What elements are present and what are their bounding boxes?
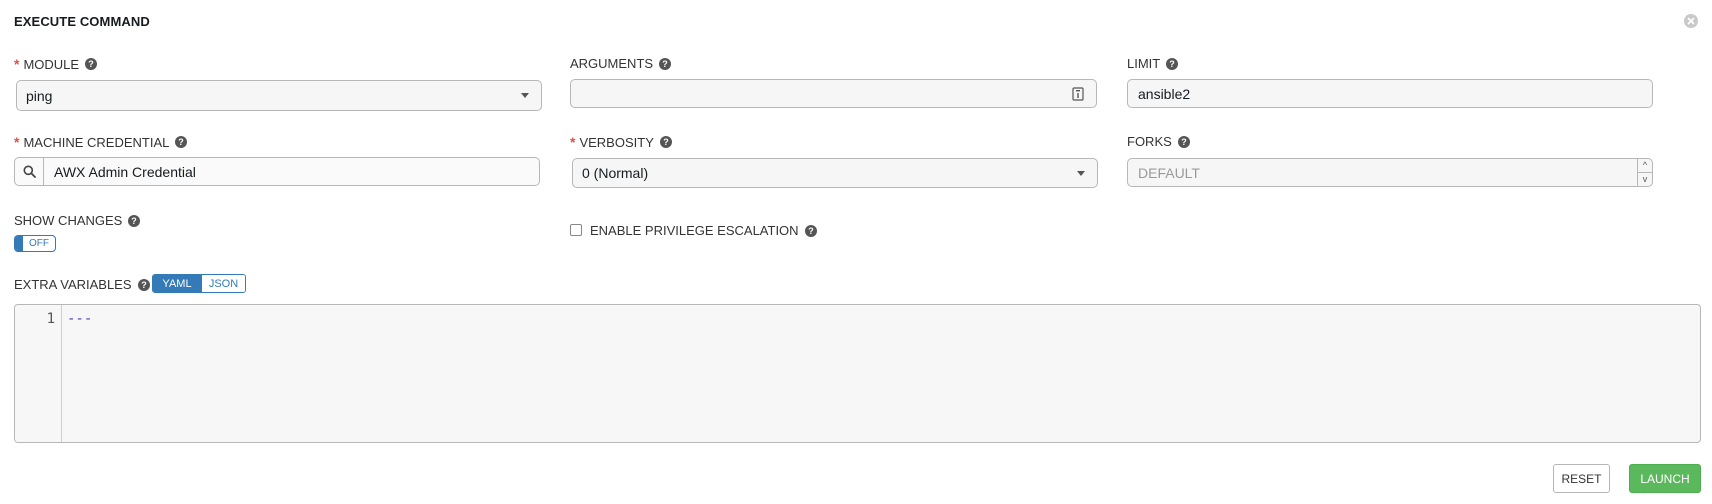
help-icon[interactable]: ? bbox=[137, 278, 150, 291]
forks-label: FORKS ? bbox=[1127, 134, 1190, 149]
increment-icon[interactable]: ^ bbox=[1638, 159, 1652, 173]
limit-value: ansible2 bbox=[1138, 85, 1191, 102]
toggle-state: OFF bbox=[29, 238, 49, 249]
module-value: ping bbox=[26, 87, 53, 104]
arguments-label-text: ARGUMENTS bbox=[570, 56, 654, 71]
code-line[interactable]: --- bbox=[62, 305, 1700, 442]
help-icon[interactable]: ? bbox=[1166, 57, 1179, 70]
svg-text:?: ? bbox=[1181, 137, 1187, 147]
required-marker: * bbox=[14, 56, 20, 72]
forks-label-text: FORKS bbox=[1127, 134, 1172, 149]
show-changes-toggle[interactable]: OFF bbox=[14, 235, 56, 252]
required-marker: * bbox=[14, 134, 20, 150]
svg-text:?: ? bbox=[1169, 59, 1175, 69]
toggle-knob bbox=[15, 236, 23, 251]
help-icon[interactable]: ? bbox=[175, 136, 188, 148]
variables-mode-toggle: YAML JSON bbox=[152, 274, 246, 293]
svg-text:?: ? bbox=[663, 137, 669, 147]
help-icon[interactable]: ? bbox=[1177, 135, 1190, 148]
chevron-down-icon bbox=[1077, 170, 1085, 176]
svg-text:?: ? bbox=[662, 59, 668, 69]
privilege-escalation-checkbox[interactable] bbox=[570, 224, 582, 236]
launch-button[interactable]: LAUNCH bbox=[1629, 464, 1701, 493]
chevron-down-icon bbox=[521, 93, 529, 98]
svg-text:?: ? bbox=[141, 280, 147, 290]
verbosity-value: 0 (Normal) bbox=[582, 165, 649, 181]
machine-credential-label-text: MACHINE CREDENTIAL bbox=[23, 134, 170, 150]
svg-text:?: ? bbox=[88, 59, 94, 69]
limit-label-text: LIMIT bbox=[1127, 56, 1161, 71]
verbosity-select[interactable]: 0 (Normal) bbox=[572, 158, 1098, 188]
help-icon[interactable]: ? bbox=[804, 224, 817, 237]
close-icon[interactable] bbox=[1684, 14, 1698, 28]
show-changes-label: SHOW CHANGES ? bbox=[14, 213, 141, 228]
arguments-input[interactable] bbox=[570, 79, 1097, 108]
yaml-mode-button[interactable]: YAML bbox=[153, 275, 201, 292]
help-icon[interactable]: ? bbox=[128, 214, 141, 227]
reset-button[interactable]: RESET bbox=[1553, 464, 1610, 493]
verbosity-label: * VERBOSITY ? bbox=[570, 134, 672, 150]
search-icon[interactable] bbox=[15, 158, 44, 185]
forks-input[interactable]: DEFAULT ^ v bbox=[1127, 158, 1653, 187]
required-marker: * bbox=[570, 134, 576, 150]
help-icon[interactable]: ? bbox=[659, 57, 672, 70]
extra-variables-label: EXTRA VARIABLES ? bbox=[14, 277, 150, 292]
machine-credential-label: * MACHINE CREDENTIAL ? bbox=[14, 134, 188, 150]
module-select[interactable]: ping bbox=[16, 80, 542, 111]
help-icon[interactable]: ? bbox=[85, 58, 98, 70]
privilege-escalation-label-text: ENABLE PRIVILEGE ESCALATION bbox=[590, 223, 799, 238]
machine-credential-lookup[interactable]: AWX Admin Credential bbox=[14, 157, 540, 186]
clipboard-icon[interactable] bbox=[1072, 86, 1084, 101]
module-label: * MODULE ? bbox=[14, 56, 98, 72]
dialog-title: EXECUTE COMMAND bbox=[14, 14, 150, 29]
json-mode-button[interactable]: JSON bbox=[201, 275, 245, 292]
svg-text:?: ? bbox=[132, 216, 138, 226]
privilege-escalation-label: ENABLE PRIVILEGE ESCALATION ? bbox=[590, 223, 817, 238]
svg-text:?: ? bbox=[179, 137, 185, 147]
extra-variables-editor[interactable]: 1 --- bbox=[14, 304, 1701, 443]
verbosity-label-text: VERBOSITY bbox=[579, 134, 654, 150]
show-changes-label-text: SHOW CHANGES bbox=[14, 213, 123, 228]
decrement-icon[interactable]: v bbox=[1638, 173, 1652, 186]
machine-credential-value: AWX Admin Credential bbox=[54, 163, 196, 180]
module-label-text: MODULE bbox=[23, 56, 80, 72]
arguments-label: ARGUMENTS ? bbox=[570, 56, 672, 71]
line-number: 1 bbox=[15, 305, 62, 442]
extra-variables-label-text: EXTRA VARIABLES bbox=[14, 277, 132, 292]
help-icon[interactable]: ? bbox=[659, 136, 672, 148]
limit-label: LIMIT ? bbox=[1127, 56, 1179, 71]
limit-input[interactable]: ansible2 bbox=[1127, 79, 1653, 108]
svg-text:?: ? bbox=[808, 226, 814, 236]
forks-placeholder: DEFAULT bbox=[1138, 164, 1200, 181]
number-spinner[interactable]: ^ v bbox=[1637, 159, 1652, 186]
